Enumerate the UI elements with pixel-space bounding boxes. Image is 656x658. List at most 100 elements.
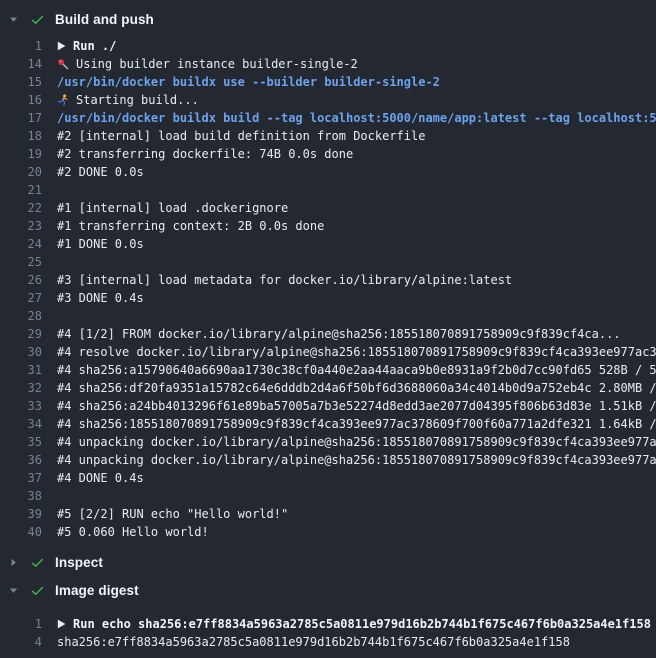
line-content: #1 [internal] load .dockerignore <box>57 199 656 217</box>
line-number[interactable]: 29 <box>0 325 42 343</box>
log-line: 21 <box>0 181 656 199</box>
log-text: /usr/bin/docker buildx build --tag local… <box>57 109 656 127</box>
log-line: 22 #1 [internal] load .dockerignore <box>0 199 656 217</box>
log-text: #4 DONE 0.4s <box>57 469 144 487</box>
line-content: #5 0.060 Hello world! <box>57 523 656 541</box>
log-text: #3 DONE 0.4s <box>57 289 144 307</box>
step-header-image-digest[interactable]: Image digest <box>0 579 656 601</box>
log-line: 27 #3 DONE 0.4s <box>0 289 656 307</box>
line-content: #2 DONE 0.0s <box>57 163 656 181</box>
step-header-inspect[interactable]: Inspect <box>0 551 656 573</box>
line-content: Run echo sha256:e7ff8834a5963a2785c5a081… <box>57 615 656 633</box>
line-number[interactable]: 25 <box>0 253 42 271</box>
log-text: Starting build... <box>76 91 199 109</box>
step-section-inspect: Inspect <box>0 551 656 573</box>
step-header-build-and-push[interactable]: Build and push <box>0 8 656 30</box>
line-content: Run ./ <box>57 37 656 55</box>
play-icon[interactable] <box>57 41 66 51</box>
log-text: #4 sha256:df20fa9351a15782c64e6dddb2d4a6… <box>57 379 656 397</box>
line-number[interactable]: 24 <box>0 235 42 253</box>
log-text: #1 DONE 0.0s <box>57 235 144 253</box>
line-number[interactable]: 40 <box>0 523 42 541</box>
log-line: 15/usr/bin/docker buildx use --builder b… <box>0 73 656 91</box>
line-number[interactable]: 1 <box>0 615 42 633</box>
line-number[interactable]: 38 <box>0 487 42 505</box>
line-number[interactable]: 35 <box>0 433 42 451</box>
step-log: 1 Run ./ 14 Using builder instance builder-… <box>0 37 656 541</box>
log-line: 39#5 [2/2] RUN echo "Hello world!" <box>0 505 656 523</box>
line-number[interactable]: 36 <box>0 451 42 469</box>
line-number[interactable]: 34 <box>0 415 42 433</box>
log-text: #5 0.060 Hello world! <box>57 523 209 541</box>
log-text: sha256:e7ff8834a5963a2785c5a0811e979d16b… <box>57 633 570 651</box>
log-text: Using builder instance builder-single-2 <box>76 55 358 73</box>
log-line: 28 <box>0 307 656 325</box>
line-number[interactable]: 30 <box>0 343 42 361</box>
line-content: Starting build... <box>57 91 656 109</box>
log-line: 17/usr/bin/docker buildx build --tag loc… <box>0 109 656 127</box>
log-text: #4 [1/2] FROM docker.io/library/alpine@s… <box>57 325 621 343</box>
line-number[interactable]: 28 <box>0 307 42 325</box>
line-number[interactable]: 33 <box>0 397 42 415</box>
log-line: 18 #2 [internal] load build definition fr… <box>0 127 656 145</box>
line-number[interactable]: 21 <box>0 181 42 199</box>
log-line: 36#4 unpacking docker.io/library/alpine@… <box>0 451 656 469</box>
log-line: 23 #1 transferring context: 2B 0.0s done <box>0 217 656 235</box>
log-line: 35 #4 unpacking docker.io/library/alpine@… <box>0 433 656 451</box>
line-number[interactable]: 18 <box>0 127 42 145</box>
line-number[interactable]: 39 <box>0 505 42 523</box>
actions-log-viewer: Build and push1Run ./14Using builder ins… <box>0 8 656 651</box>
line-content: #4 DONE 0.4s <box>57 469 656 487</box>
log-line: 31 #4 sha256:a15790640a6690aa1730c38cf0a4… <box>0 361 656 379</box>
line-number[interactable]: 1 <box>0 37 42 55</box>
line-number[interactable]: 23 <box>0 217 42 235</box>
line-content: #4 sha256:185518070891758909c9f839cf4ca3… <box>57 415 656 433</box>
log-line: 29 #4 [1/2] FROM docker.io/library/alpine… <box>0 325 656 343</box>
step-section-image-digest: Image digest 1 Run echo sha256:e7ff8834a59… <box>0 579 656 651</box>
log-text: Run echo sha256:e7ff8834a5963a2785c5a081… <box>73 615 651 633</box>
runner-icon <box>57 94 69 106</box>
chevron-down-icon[interactable] <box>8 586 18 595</box>
line-number[interactable]: 4 <box>0 633 42 651</box>
log-line: 37 #4 DONE 0.4s <box>0 469 656 487</box>
line-content: #4 sha256:df20fa9351a15782c64e6dddb2d4a6… <box>57 379 656 397</box>
log-text: #4 resolve docker.io/library/alpine@sha2… <box>57 343 656 361</box>
chevron-right-icon[interactable] <box>8 558 18 567</box>
play-icon[interactable] <box>57 619 66 629</box>
line-number[interactable]: 37 <box>0 469 42 487</box>
log-line: 38 <box>0 487 656 505</box>
step-title: Inspect <box>55 555 103 570</box>
log-line: 24 #1 DONE 0.0s <box>0 235 656 253</box>
line-number[interactable]: 22 <box>0 199 42 217</box>
line-number[interactable]: 17 <box>0 109 42 127</box>
line-number[interactable]: 14 <box>0 55 42 73</box>
line-number[interactable]: 15 <box>0 73 42 91</box>
chevron-down-icon[interactable] <box>8 15 18 24</box>
line-number[interactable]: 20 <box>0 163 42 181</box>
line-content: #4 unpacking docker.io/library/alpine@sh… <box>57 433 656 451</box>
log-text: #4 unpacking docker.io/library/alpine@sh… <box>57 433 656 451</box>
line-content: #2 transferring dockerfile: 74B 0.0s don… <box>57 145 656 163</box>
check-success-icon <box>29 555 45 570</box>
line-number[interactable]: 31 <box>0 361 42 379</box>
line-number[interactable]: 27 <box>0 289 42 307</box>
line-number[interactable]: 19 <box>0 145 42 163</box>
line-number[interactable]: 16 <box>0 91 42 109</box>
line-number[interactable]: 32 <box>0 379 42 397</box>
log-line: 19 #2 transferring dockerfile: 74B 0.0s d… <box>0 145 656 163</box>
pushpin-icon <box>57 58 69 70</box>
log-line: 20 #2 DONE 0.0s <box>0 163 656 181</box>
log-line: 33 #4 sha256:a24bb4013296f61e89ba57005a7b… <box>0 397 656 415</box>
log-line: 40 #5 0.060 Hello world! <box>0 523 656 541</box>
line-content: Using builder instance builder-single-2 <box>57 55 656 73</box>
line-content: #2 [internal] load build definition from… <box>57 127 656 145</box>
line-content: #1 transferring context: 2B 0.0s done <box>57 217 656 235</box>
log-text: #4 sha256:a24bb4013296f61e89ba57005a7b3e… <box>57 397 656 415</box>
log-text: #3 [internal] load metadata for docker.i… <box>57 271 512 289</box>
log-text: #2 DONE 0.0s <box>57 163 144 181</box>
log-line: 26 #3 [internal] load metadata for docker… <box>0 271 656 289</box>
line-content: #3 [internal] load metadata for docker.i… <box>57 271 656 289</box>
log-text: #4 sha256:a15790640a6690aa1730c38cf0a440… <box>57 361 656 379</box>
line-number[interactable]: 26 <box>0 271 42 289</box>
log-line: 16 Starting build... <box>0 91 656 109</box>
